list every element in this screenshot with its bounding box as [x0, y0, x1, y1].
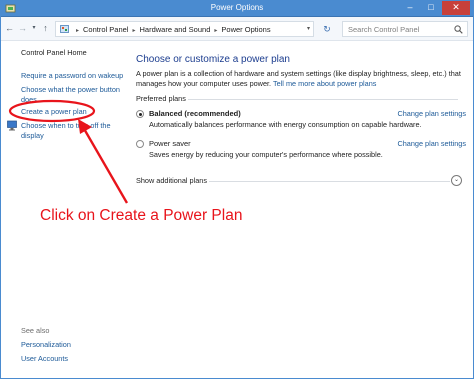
- title-bar: Power Options – □ ✕: [0, 0, 474, 17]
- refresh-button[interactable]: ↻: [320, 23, 334, 35]
- show-additional-plans[interactable]: Show additional plans: [136, 176, 207, 185]
- plan-power-saver: Power saver Saves energy by reducing you…: [136, 139, 466, 163]
- breadcrumb-power-options[interactable]: Power Options: [221, 25, 270, 34]
- chevron-down-icon[interactable]: ▾: [307, 25, 310, 32]
- sidebar-item-control-panel-home[interactable]: Control Panel Home: [21, 48, 87, 58]
- plan-description: Automatically balances performance with …: [149, 120, 422, 129]
- sidebar-item-user-accounts[interactable]: User Accounts: [21, 354, 68, 364]
- plan-name[interactable]: Balanced (recommended): [149, 109, 241, 118]
- change-plan-settings-balanced-link[interactable]: Change plan settings: [397, 109, 466, 118]
- sidebar-item-personalization[interactable]: Personalization: [21, 340, 71, 350]
- balanced-radio[interactable]: [136, 110, 144, 118]
- close-button[interactable]: ✕: [442, 0, 470, 15]
- breadcrumb-separator: ▸: [76, 28, 80, 34]
- sidebar-item-require-password[interactable]: Require a password on wakeup: [21, 71, 123, 81]
- display-settings-icon: [7, 120, 17, 131]
- minimize-button[interactable]: –: [400, 0, 420, 15]
- plan-name[interactable]: Power saver: [149, 139, 191, 148]
- see-also-label: See also: [21, 326, 50, 335]
- sidebar-item-turn-off-display[interactable]: Choose when to turn off the display: [21, 121, 121, 140]
- breadcrumb-separator: ▸: [214, 28, 218, 34]
- divider: [188, 99, 458, 100]
- control-panel-icon: [60, 25, 69, 33]
- preferred-plans-label: Preferred plans: [136, 94, 186, 103]
- maximize-button[interactable]: □: [421, 0, 441, 15]
- address-bar: ← → ▾ ↑ ▸ Control Panel ▸ Hardware and Soun…: [0, 17, 474, 41]
- plan-description: Saves energy by reducing your computer's…: [149, 150, 383, 159]
- sidebar-item-power-button[interactable]: Choose what the power button does: [21, 85, 121, 104]
- breadcrumb-hardware-and-sound[interactable]: Hardware and Sound: [139, 25, 210, 34]
- sidebar-item-create-power-plan[interactable]: Create a power plan: [21, 107, 87, 117]
- annotation-callout: Click on Create a Power Plan: [40, 207, 243, 224]
- back-button[interactable]: ←: [4, 22, 15, 35]
- divider: [209, 181, 450, 182]
- change-plan-settings-power-saver-link[interactable]: Change plan settings: [397, 139, 466, 148]
- search-input[interactable]: Search Control Panel: [342, 21, 468, 37]
- page-description: A power plan is a collection of hardware…: [136, 69, 466, 88]
- chevron-down-icon[interactable]: ⌄: [451, 175, 462, 186]
- power-plans-help-link[interactable]: Tell me more about power plans: [273, 79, 376, 88]
- breadcrumb-separator: ▸: [132, 28, 136, 34]
- forward-button[interactable]: →: [17, 22, 28, 35]
- breadcrumb[interactable]: ▸ Control Panel ▸ Hardware and Sound ▸ Power …: [55, 21, 314, 37]
- page-title: Choose or customize a power plan: [136, 54, 290, 65]
- breadcrumb-control-panel[interactable]: Control Panel: [83, 25, 128, 34]
- search-icon[interactable]: [454, 25, 463, 34]
- up-button[interactable]: ↑: [40, 22, 51, 35]
- plan-balanced: Balanced (recommended) Automatically bal…: [136, 109, 466, 133]
- recent-locations-button[interactable]: ▾: [30, 22, 38, 35]
- search-placeholder: Search Control Panel: [348, 25, 420, 34]
- power-saver-radio[interactable]: [136, 140, 144, 148]
